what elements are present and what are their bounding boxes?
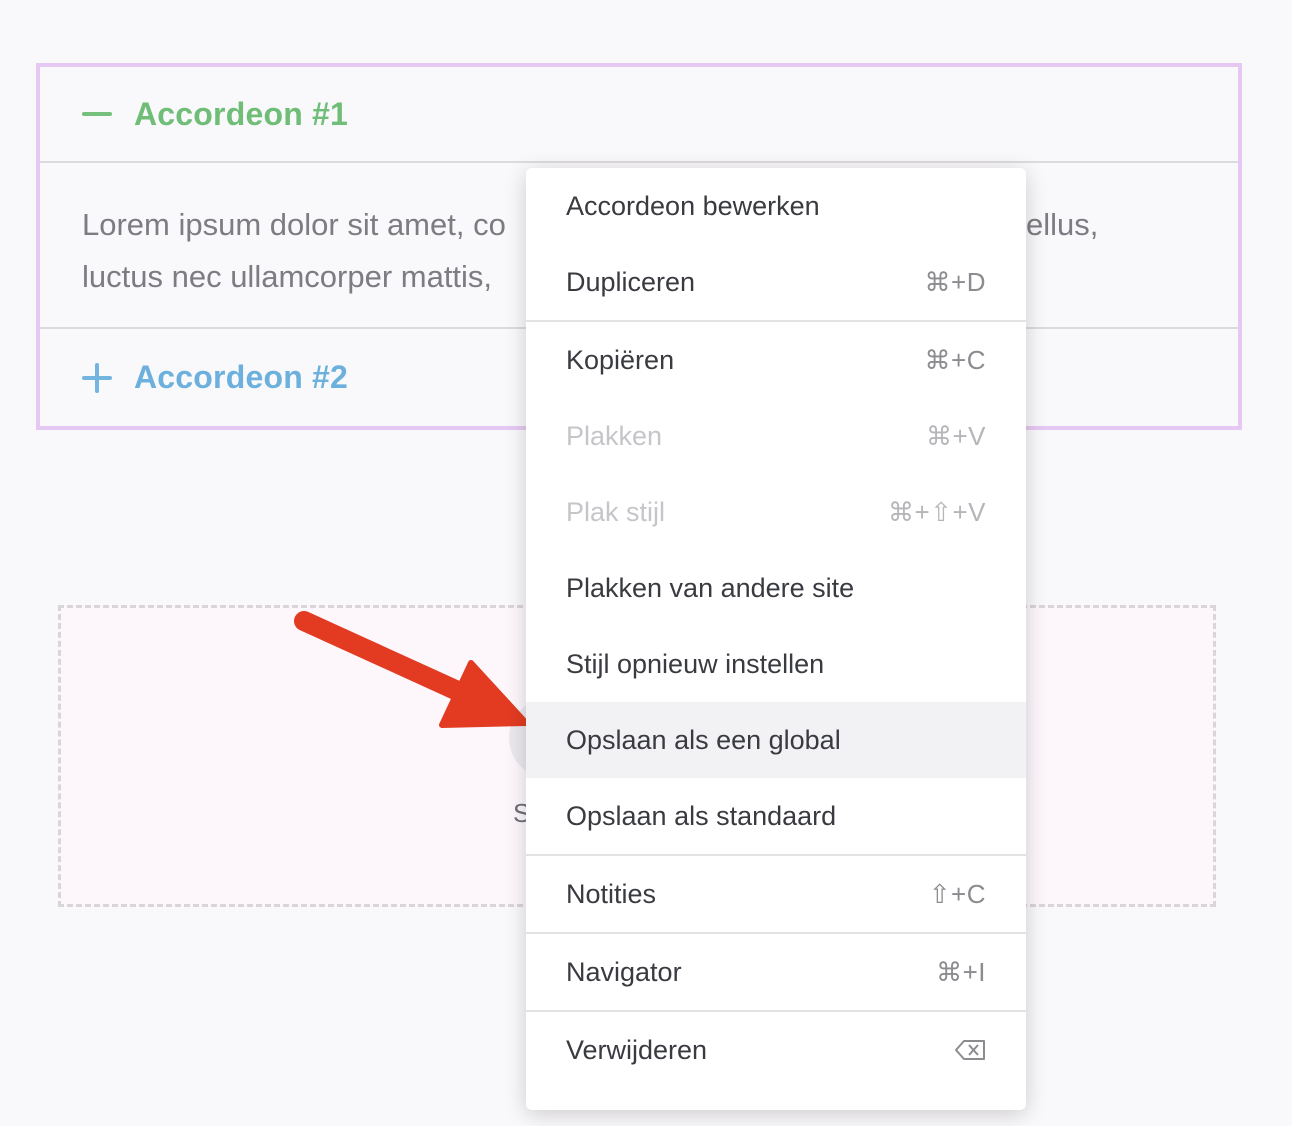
menu-item-shortcut: ⌘+⇧+V <box>888 496 986 527</box>
menu-item-paste-from-other-site[interactable]: Plakken van andere site <box>526 550 1026 626</box>
menu-item-label: Dupliceren <box>566 266 696 297</box>
accordion-item-2-title: Accordeon #2 <box>134 359 349 395</box>
accordion-body-line-1-right: ellus, <box>1026 207 1099 242</box>
menu-item-duplicate[interactable]: Dupliceren ⌘+D <box>526 244 1026 320</box>
menu-item-paste: Plakken ⌘+V <box>526 398 1026 474</box>
menu-item-paste-style: Plak stijl ⌘+⇧+V <box>526 474 1026 550</box>
minus-icon <box>82 99 112 129</box>
menu-item-label: Verwijderen <box>566 1034 708 1065</box>
menu-item-delete[interactable]: Verwijderen <box>526 1012 1026 1088</box>
menu-item-label: Kopiëren <box>566 344 675 375</box>
menu-item-label: Opslaan als een global <box>566 724 841 755</box>
menu-item-reset-style[interactable]: Stijl opnieuw instellen <box>526 626 1026 702</box>
menu-item-copy[interactable]: Kopiëren ⌘+C <box>526 322 1026 398</box>
delete-key-icon <box>954 1039 986 1061</box>
red-arrow-icon <box>294 611 529 728</box>
accordion-item-1-title: Accordeon #1 <box>134 95 349 132</box>
plus-icon <box>82 362 112 393</box>
menu-item-label: Stijl opnieuw instellen <box>566 648 825 679</box>
menu-item-label: Navigator <box>566 956 682 987</box>
context-menu: Accordeon bewerken Dupliceren ⌘+D Kopiër… <box>526 168 1026 1110</box>
menu-item-navigator[interactable]: Navigator ⌘+I <box>526 934 1026 1010</box>
menu-item-shortcut: ⌘+I <box>936 956 986 987</box>
menu-item-edit-accordion[interactable]: Accordeon bewerken <box>526 168 1026 244</box>
menu-item-shortcut: ⌘+V <box>925 420 986 451</box>
menu-item-label: Opslaan als standaard <box>566 800 837 831</box>
menu-item-save-as-default[interactable]: Opslaan als standaard <box>526 778 1026 854</box>
accordion-item-1-header[interactable]: Accordeon #1 <box>40 67 1238 163</box>
menu-item-label: Notities <box>566 878 657 909</box>
menu-item-label: Plakken van andere site <box>566 572 855 603</box>
accordion-body-line-1: Lorem ipsum dolor sit amet, co <box>82 207 506 242</box>
menu-item-label: Plakken <box>566 420 663 451</box>
menu-item-shortcut: ⌘+C <box>924 344 986 375</box>
menu-item-label: Accordeon bewerken <box>566 190 820 221</box>
menu-item-shortcut: ⇧+C <box>928 878 986 909</box>
menu-item-label: Plak stijl <box>566 496 666 527</box>
menu-item-save-as-global[interactable]: Opslaan als een global <box>526 702 1026 778</box>
menu-item-notes[interactable]: Notities ⇧+C <box>526 856 1026 932</box>
menu-item-shortcut: ⌘+D <box>924 266 986 297</box>
